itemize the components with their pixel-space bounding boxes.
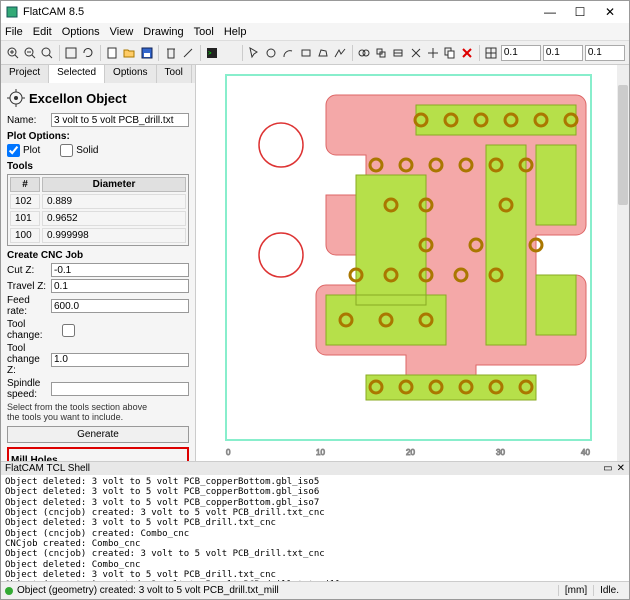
status-message: Object (geometry) created: 3 volt to 5 v… (17, 585, 279, 596)
zoom-fit-icon[interactable] (39, 44, 54, 62)
grid-icon[interactable] (484, 44, 499, 62)
edit-icon[interactable] (180, 44, 195, 62)
menu-file[interactable]: File (5, 26, 23, 38)
rect-icon[interactable] (298, 44, 313, 62)
plot-checkbox[interactable] (7, 144, 20, 157)
travelz-label: Travel Z: (7, 281, 51, 292)
cnc-label: Create CNC Job (7, 250, 189, 261)
mill-holes-section: Mill Holes Tool dia: Select from the too… (7, 447, 189, 461)
canvas-scrollbar[interactable] (617, 65, 629, 461)
tab-tool[interactable]: Tool (157, 65, 192, 83)
clear-plot-icon[interactable] (63, 44, 78, 62)
maximize-button[interactable]: ☐ (565, 5, 595, 19)
status-idle: Idle. (593, 585, 625, 596)
zoom-out-icon[interactable] (22, 44, 37, 62)
minimize-button[interactable]: — (535, 5, 565, 19)
svg-text:0: 0 (226, 448, 231, 457)
intersect-icon[interactable] (374, 44, 389, 62)
shell-close-icon[interactable]: ✕ (617, 463, 625, 474)
shell-float-icon[interactable]: ▭ (603, 463, 612, 474)
pointer-icon[interactable] (246, 44, 261, 62)
tcl-shell-panel: FlatCAM TCL Shell ▭ ✕ Object deleted: 3 … (1, 461, 629, 581)
svg-text:20: 20 (406, 448, 415, 457)
toolchangez-label: Tool change Z: (7, 343, 51, 376)
generate-button[interactable]: Generate (7, 426, 189, 443)
shell-title: FlatCAM TCL Shell (5, 463, 90, 474)
toolchangez-input[interactable] (51, 353, 189, 367)
svg-text:10: 10 (316, 448, 325, 457)
statusbar: Object (geometry) created: 3 volt to 5 v… (1, 581, 629, 599)
table-row: 1010.9652 (10, 211, 186, 226)
menu-help[interactable]: Help (224, 26, 247, 38)
delete-icon[interactable] (163, 44, 178, 62)
shell-icon[interactable]: > (204, 44, 219, 62)
excellon-icon (7, 89, 25, 107)
menubar: File Edit Options View Drawing Tool Help (1, 23, 629, 41)
poly-icon[interactable] (315, 44, 330, 62)
move-icon[interactable] (425, 44, 440, 62)
spindle-input[interactable] (51, 382, 189, 396)
toolbar: > (1, 41, 629, 65)
plot-canvas[interactable]: 0 10 20 30 40 (196, 65, 629, 461)
tab-selected[interactable]: Selected (49, 65, 105, 83)
delete2-icon[interactable] (460, 44, 475, 62)
panel-tabs: Project Selected Options Tool (1, 65, 195, 83)
toolchange-checkbox[interactable] (62, 324, 75, 337)
table-row: 1020.889 (10, 194, 186, 209)
arc-icon[interactable] (281, 44, 296, 62)
tools-label: Tools (7, 161, 189, 172)
menu-tool[interactable]: Tool (194, 26, 214, 38)
union-icon[interactable] (356, 44, 371, 62)
travelz-input[interactable] (51, 279, 189, 293)
menu-edit[interactable]: Edit (33, 26, 52, 38)
grid-y-input[interactable] (543, 45, 583, 61)
name-input[interactable] (51, 113, 189, 127)
name-label: Name: (7, 115, 51, 126)
feed-input[interactable] (51, 299, 189, 313)
tools-table[interactable]: #Diameter 1020.889 1010.9652 1000.999998 (7, 174, 189, 246)
open-icon[interactable] (122, 44, 137, 62)
grid-x-input[interactable] (501, 45, 541, 61)
circle-icon[interactable] (264, 44, 279, 62)
tab-options[interactable]: Options (105, 65, 156, 83)
close-button[interactable]: ✕ (595, 5, 625, 19)
path-icon[interactable] (332, 44, 347, 62)
help-text-1: Select from the tools section above the … (7, 402, 189, 422)
menu-view[interactable]: View (110, 26, 134, 38)
cut-icon[interactable] (408, 44, 423, 62)
save-icon[interactable] (139, 44, 154, 62)
tab-project[interactable]: Project (1, 65, 49, 83)
feed-label: Feed rate: (7, 295, 51, 317)
cutz-label: Cut Z: (7, 265, 51, 276)
menu-options[interactable]: Options (62, 26, 100, 38)
plot-options-label: Plot Options: (7, 131, 189, 142)
left-panel: Project Selected Options Tool Excellon O… (1, 65, 196, 461)
status-units: [mm] (558, 585, 593, 596)
app-title: FlatCAM 8.5 (23, 6, 84, 18)
table-row: 1000.999998 (10, 228, 186, 243)
new-icon[interactable] (105, 44, 120, 62)
spindle-label: Spindle speed: (7, 378, 51, 400)
cutz-input[interactable] (51, 263, 189, 277)
shell-output[interactable]: Object deleted: 3 volt to 5 volt PCB_cop… (1, 475, 629, 581)
object-title: Excellon Object (7, 89, 189, 107)
titlebar: FlatCAM 8.5 — ☐ ✕ (1, 1, 629, 23)
svg-text:>: > (208, 51, 212, 57)
svg-text:30: 30 (496, 448, 505, 457)
solid-checkbox[interactable] (60, 144, 73, 157)
subtract-icon[interactable] (391, 44, 406, 62)
copy-icon[interactable] (442, 44, 457, 62)
zoom-in-icon[interactable] (5, 44, 20, 62)
grid-gap-input[interactable] (585, 45, 625, 61)
menu-drawing[interactable]: Drawing (143, 26, 183, 38)
app-icon (5, 5, 19, 19)
svg-text:40: 40 (581, 448, 590, 457)
replot-icon[interactable] (81, 44, 96, 62)
status-dot-icon (5, 587, 13, 595)
app-window: FlatCAM 8.5 — ☐ ✕ File Edit Options View… (0, 0, 630, 600)
toolchange-label: Tool change: (7, 319, 62, 341)
panel-body: Excellon Object Name: Plot Options: Plot… (1, 83, 195, 461)
